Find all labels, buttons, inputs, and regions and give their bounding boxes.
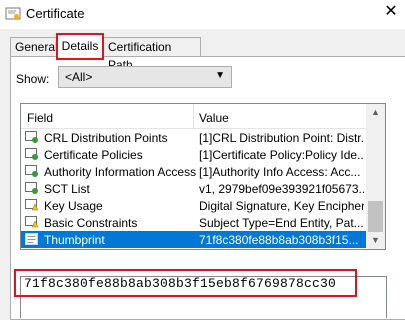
critical-extension-icon <box>25 199 39 212</box>
row-field-name: Basic Constraints <box>44 216 138 230</box>
scroll-down-icon[interactable]: ▼ <box>366 232 385 249</box>
list-row-key-usage[interactable]: Key Usage Digital Signature, Key Enciphe… <box>21 197 366 214</box>
row-field-name: Thumbprint <box>44 233 105 247</box>
close-icon[interactable]: ✕ <box>383 4 399 20</box>
row-field-name: CRL Distribution Points <box>44 131 168 145</box>
tab-certification-path[interactable]: Certification Path <box>103 37 201 72</box>
row-field-name: Key Usage <box>44 199 103 213</box>
show-label: Show: <box>16 72 50 86</box>
row-field-value: v1, 2979bef09e393921f05673... <box>199 182 364 196</box>
vertical-scrollbar[interactable]: ▲ ▼ <box>366 104 385 249</box>
list-header: Field Value <box>21 104 385 129</box>
window-title: Certificate <box>26 6 85 21</box>
show-dropdown[interactable]: <All> ▼ <box>58 66 232 88</box>
row-field-value: Digital Signature, Key Encipher... <box>199 199 364 213</box>
extension-icon <box>25 182 39 195</box>
column-divider[interactable] <box>193 104 194 128</box>
tab-details[interactable]: Details <box>56 33 104 60</box>
column-header-field[interactable]: Field <box>27 111 53 125</box>
show-dropdown-value: <All> <box>65 70 93 84</box>
extension-icon <box>25 165 39 178</box>
certificate-icon <box>5 6 21 25</box>
row-field-name: Certificate Policies <box>44 148 143 162</box>
list-row-certificate-policies[interactable]: Certificate Policies [1]Certificate Poli… <box>21 146 366 163</box>
row-field-name: Authority Information Access <box>44 165 197 179</box>
row-field-value: [1]Authority Info Access: Acc... <box>199 165 361 179</box>
list-row-authority-information-access[interactable]: Authority Information Access [1]Authorit… <box>21 163 366 180</box>
tab-general[interactable]: General <box>10 37 60 56</box>
chevron-down-icon: ▼ <box>215 70 225 81</box>
extension-icon <box>25 131 39 144</box>
list-row-thumbprint[interactable]: Thumbprint 71f8c380fe88b8ab308b3f15... <box>21 231 366 248</box>
field-list[interactable]: Field Value CRL Distribution Points [1]C… <box>20 103 386 250</box>
property-icon <box>25 233 39 246</box>
thumbprint-value-text[interactable]: 71f8c380fe88b8ab308b3f15eb8f6769878cc30 <box>24 276 336 291</box>
title-bar: Certificate ✕ <box>0 0 405 29</box>
row-field-value: [1]CRL Distribution Point: Distr... <box>199 131 364 145</box>
extension-icon <box>25 148 39 161</box>
list-row-sct-list[interactable]: SCT List v1, 2979bef09e393921f05673... <box>21 180 366 197</box>
list-row-basic-constraints[interactable]: Basic Constraints Subject Type=End Entit… <box>21 214 366 231</box>
list-rows: CRL Distribution Points [1]CRL Distribut… <box>21 129 366 248</box>
row-field-value: Subject Type=End Entity, Pat... <box>199 216 364 230</box>
list-row-crl-distribution-points[interactable]: CRL Distribution Points [1]CRL Distribut… <box>21 129 366 146</box>
scroll-thumb[interactable] <box>368 201 383 232</box>
row-field-value: 71f8c380fe88b8ab308b3f15... <box>199 233 359 247</box>
row-field-name: SCT List <box>44 182 90 196</box>
scroll-up-icon[interactable]: ▲ <box>366 104 385 121</box>
column-header-value[interactable]: Value <box>199 111 229 125</box>
critical-extension-icon <box>25 216 39 229</box>
row-field-value: [1]Certificate Policy:Policy Ide... <box>199 148 364 162</box>
